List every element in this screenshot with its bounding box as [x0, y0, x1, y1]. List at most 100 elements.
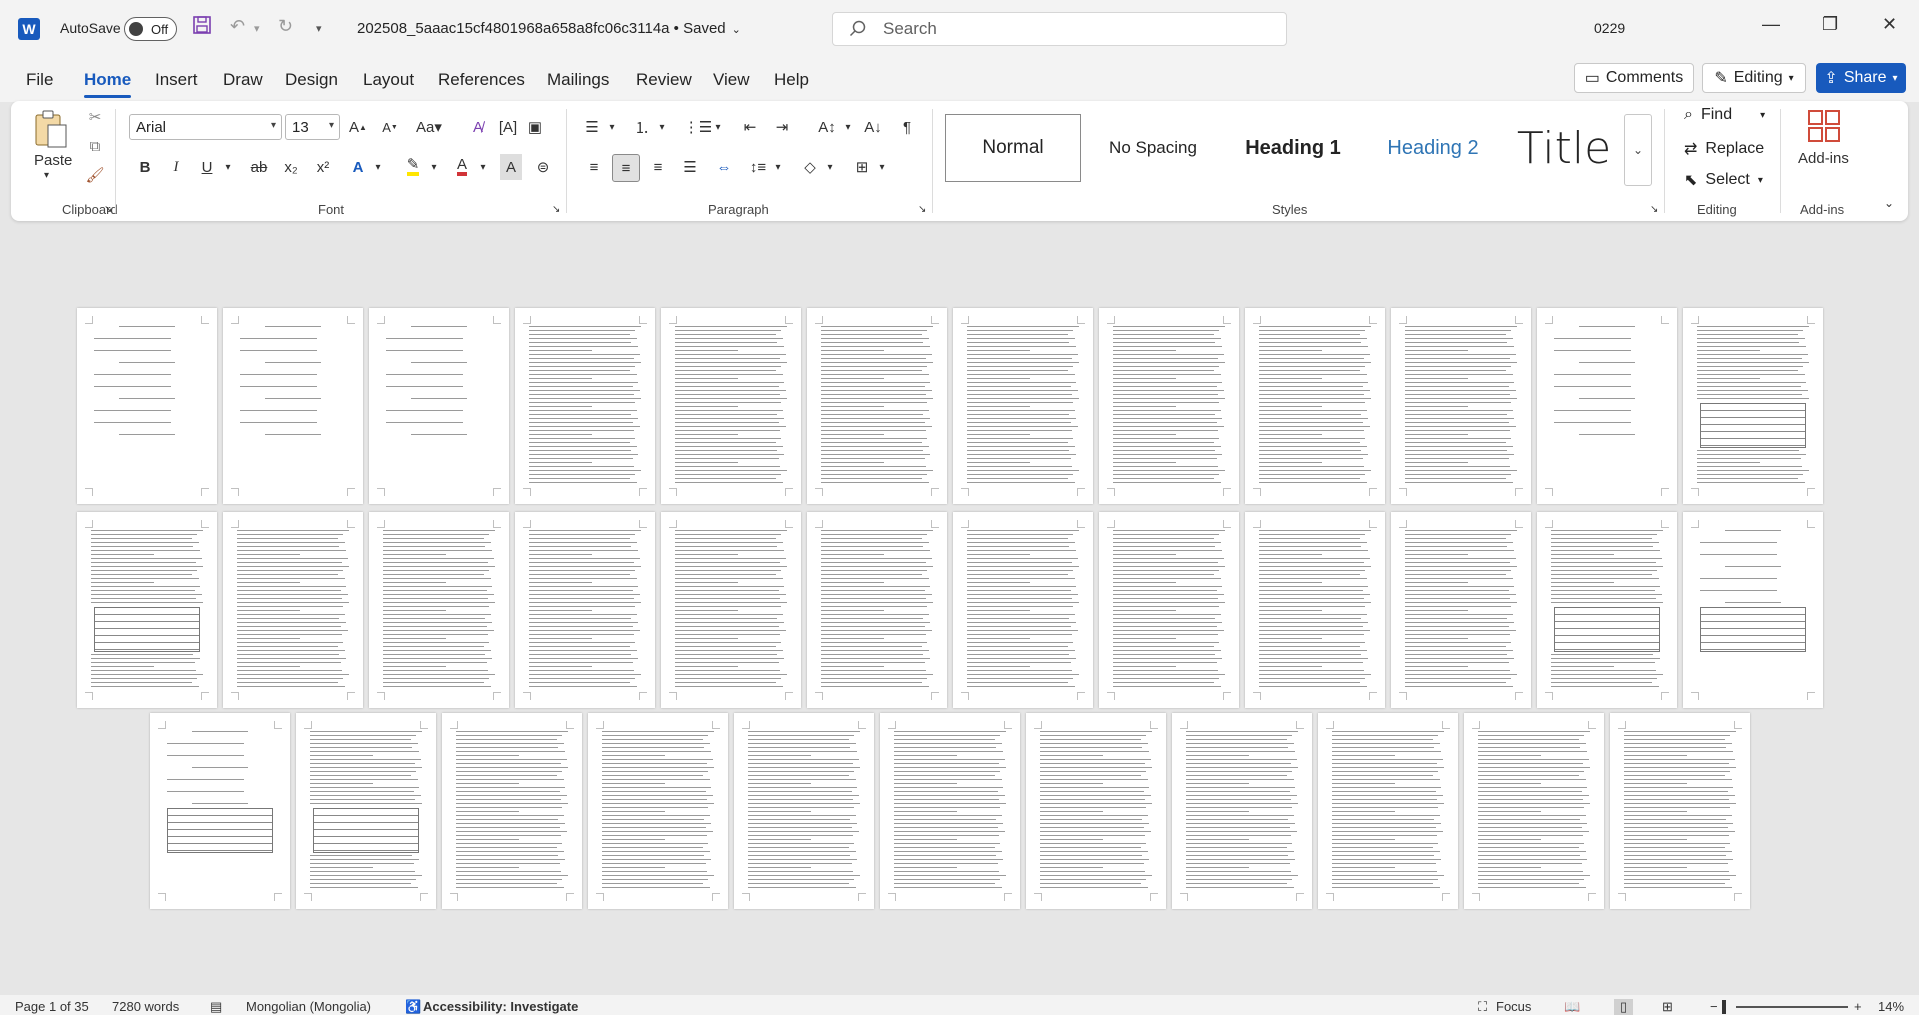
user-account[interactable]: 0229 — [1594, 20, 1625, 36]
page-thumbnail[interactable] — [1464, 713, 1604, 909]
tab-view[interactable]: View — [713, 70, 750, 90]
add-ins-icon[interactable] — [1806, 108, 1842, 144]
save-icon[interactable] — [193, 16, 211, 39]
page-thumbnail[interactable] — [296, 713, 436, 909]
page-thumbnail[interactable] — [1537, 308, 1677, 504]
bold-icon[interactable]: B — [134, 154, 156, 180]
page-thumbnail[interactable] — [223, 512, 363, 708]
page-thumbnail[interactable] — [150, 713, 290, 909]
page-thumbnail[interactable] — [1026, 713, 1166, 909]
multilevel-list-icon[interactable]: ⋮☰ — [684, 114, 712, 140]
font-launcher-icon[interactable]: ↘ — [552, 204, 560, 215]
restore-icon[interactable]: ❐ — [1822, 14, 1838, 35]
text-effects-dropdown-icon[interactable]: ▾ — [372, 154, 384, 180]
customize-qat-icon[interactable]: ▾ — [316, 22, 322, 35]
paste-dropdown-icon[interactable]: ▾ — [44, 170, 49, 181]
document-pages-area[interactable] — [0, 225, 1919, 995]
line-spacing-dropdown-icon[interactable]: ▾ — [772, 154, 784, 180]
highlight-icon[interactable]: ✎ — [401, 154, 425, 180]
tab-review[interactable]: Review — [636, 70, 692, 90]
page-thumbnail[interactable] — [1391, 512, 1531, 708]
page-thumbnail[interactable] — [442, 713, 582, 909]
page-thumbnail[interactable] — [1610, 713, 1750, 909]
style-normal[interactable]: Normal — [945, 114, 1081, 182]
page-thumbnail[interactable] — [1537, 512, 1677, 708]
bullets-icon[interactable]: ☰ — [580, 114, 604, 140]
tab-help[interactable]: Help — [774, 70, 809, 90]
style-heading-1[interactable]: Heading 1 — [1225, 114, 1361, 182]
proofing-icon[interactable]: ▤ — [210, 999, 222, 1015]
shading-dropdown-icon[interactable]: ▾ — [824, 154, 836, 180]
numbering-icon[interactable]: ⒈ — [630, 114, 654, 140]
style-no-spacing[interactable]: No Spacing — [1085, 114, 1221, 182]
print-layout-icon[interactable]: ▯ — [1614, 999, 1634, 1015]
page-thumbnail[interactable] — [515, 512, 655, 708]
page-count[interactable]: Page 1 of 35 — [15, 999, 89, 1014]
text-direction-icon[interactable]: A↕ — [814, 114, 840, 140]
decrease-indent-icon[interactable]: ⇤ — [738, 114, 762, 140]
superscript-icon[interactable]: x² — [312, 154, 334, 180]
select-button[interactable]: ⬉ Select ▾ — [1684, 170, 1763, 190]
align-right-icon[interactable]: ≡ — [646, 154, 670, 180]
share-button[interactable]: ⇪ Share ▾ — [1816, 63, 1906, 93]
show-formatting-marks-icon[interactable]: ¶ — [896, 114, 918, 140]
borders-icon[interactable]: ⊞ — [850, 154, 874, 180]
replace-button[interactable]: ⇄ Replace — [1684, 139, 1764, 159]
font-family-combo[interactable]: Arial ▾ — [129, 114, 282, 140]
page-thumbnail[interactable] — [1683, 512, 1823, 708]
line-spacing-icon[interactable]: ↕≡ — [746, 154, 770, 180]
text-effects-icon[interactable]: A — [347, 154, 369, 180]
tab-file[interactable]: File — [26, 70, 53, 90]
strikethrough-icon[interactable]: ab — [246, 154, 272, 180]
distributed-icon[interactable]: ⇔ — [712, 154, 736, 180]
page-thumbnail[interactable] — [1683, 308, 1823, 504]
page-thumbnail[interactable] — [1245, 512, 1385, 708]
word-count[interactable]: 7280 words — [112, 999, 179, 1014]
undo-icon[interactable]: ↶ — [230, 16, 245, 37]
copy-icon[interactable]: ⧉ — [84, 138, 106, 155]
shrink-font-icon[interactable]: A ▼ — [379, 114, 401, 140]
page-thumbnail[interactable] — [953, 308, 1093, 504]
zoom-level[interactable]: 14% — [1878, 999, 1904, 1014]
page-thumbnail[interactable] — [369, 512, 509, 708]
comments-button[interactable]: ▭ Comments — [1574, 63, 1694, 93]
page-thumbnail[interactable] — [661, 512, 801, 708]
multilevel-dropdown-icon[interactable]: ▾ — [712, 114, 724, 140]
highlight-dropdown-icon[interactable]: ▾ — [428, 154, 440, 180]
page-thumbnail[interactable] — [661, 308, 801, 504]
page-thumbnail[interactable] — [77, 512, 217, 708]
tab-home[interactable]: Home — [84, 70, 132, 98]
format-painter-icon[interactable]: 🖌 — [84, 166, 106, 184]
align-center-icon[interactable]: ≡ — [612, 154, 640, 182]
read-mode-icon[interactable]: 📖 — [1564, 999, 1580, 1015]
clear-formatting-icon[interactable]: A̸ — [467, 114, 489, 140]
zoom-in-icon[interactable]: + — [1854, 999, 1862, 1014]
grow-font-icon[interactable]: A ▲ — [347, 114, 369, 140]
clipboard-launcher-icon[interactable]: ↘ — [104, 204, 112, 215]
styles-more-button[interactable]: ⌄ — [1624, 114, 1652, 186]
language-status[interactable]: Mongolian (Mongolia) — [246, 999, 371, 1014]
style-title[interactable]: Title — [1505, 114, 1623, 182]
page-thumbnail[interactable] — [734, 713, 874, 909]
tab-layout[interactable]: Layout — [363, 70, 414, 90]
text-effects-box-icon[interactable]: [A] — [497, 114, 519, 140]
page-thumbnail[interactable] — [588, 713, 728, 909]
italic-icon[interactable]: I — [165, 154, 187, 180]
page-thumbnail[interactable] — [369, 308, 509, 504]
accessibility-status[interactable]: Accessibility: Investigate — [423, 999, 578, 1014]
close-icon[interactable]: ✕ — [1882, 14, 1897, 35]
paragraph-launcher-icon[interactable]: ↘ — [918, 204, 926, 215]
page-thumbnail[interactable] — [953, 512, 1093, 708]
underline-dropdown-icon[interactable]: ▾ — [222, 154, 234, 180]
character-border-icon[interactable]: ▣ — [524, 114, 546, 140]
search-box[interactable]: Search — [832, 12, 1287, 46]
enclose-characters-icon[interactable]: ⊜ — [532, 154, 554, 180]
page-thumbnail[interactable] — [77, 308, 217, 504]
zoom-out-icon[interactable]: − — [1710, 999, 1718, 1014]
shading-icon[interactable]: ◇ — [798, 154, 822, 180]
collapse-ribbon-icon[interactable]: ⌄ — [1884, 196, 1894, 210]
page-thumbnail[interactable] — [1099, 308, 1239, 504]
zoom-slider-thumb[interactable] — [1722, 1000, 1726, 1014]
tab-insert[interactable]: Insert — [155, 70, 198, 90]
page-thumbnail[interactable] — [1391, 308, 1531, 504]
